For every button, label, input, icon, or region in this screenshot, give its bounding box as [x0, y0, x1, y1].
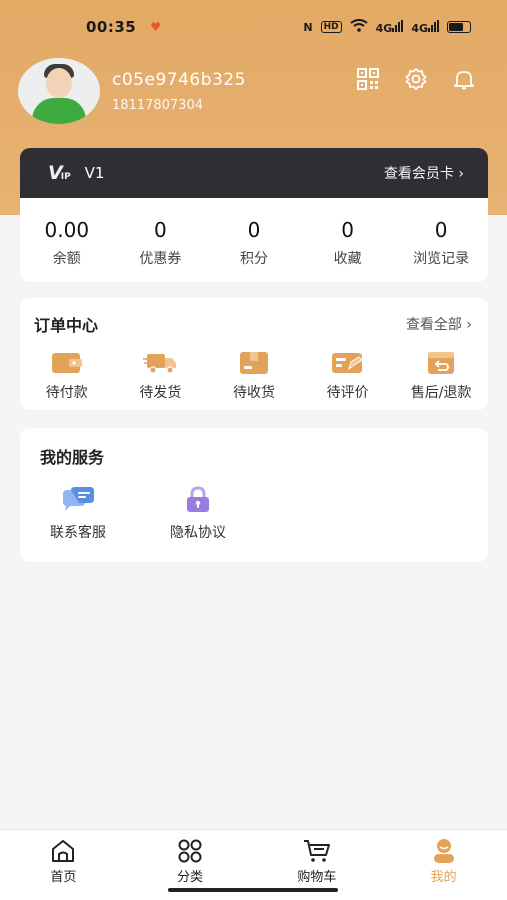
wifi-icon	[350, 19, 368, 35]
review-icon	[331, 350, 365, 376]
service-contact-support[interactable]: 联系客服	[40, 486, 116, 542]
order-pending-shipment[interactable]: 待发货	[114, 350, 208, 402]
status-bar: 00:35 ♥ N HD 4G 4G	[0, 0, 507, 54]
orders-title: 订单中心	[34, 316, 99, 335]
grid-icon	[127, 838, 254, 864]
tab-label: 我的	[430, 870, 457, 885]
services-title: 我的服务	[40, 448, 105, 467]
settings-icon[interactable]	[403, 66, 429, 92]
order-label: 待收货	[232, 385, 275, 401]
battery-icon	[447, 21, 471, 33]
stat-favorites[interactable]: 0 收藏	[301, 198, 395, 282]
order-pending-receipt[interactable]: 待收货	[207, 350, 301, 402]
order-label: 待发货	[139, 385, 182, 401]
tab-label: 首页	[50, 870, 77, 885]
stat-value: 0.00	[44, 218, 90, 242]
stat-value: 0	[434, 218, 448, 242]
status-time: 00:35	[86, 18, 137, 36]
bell-icon[interactable]	[451, 66, 477, 92]
user-id: c05e9746b325	[112, 69, 246, 90]
header-actions	[355, 66, 477, 92]
order-pending-payment[interactable]: 待付款	[20, 350, 114, 402]
heart-icon: ♥	[150, 20, 162, 34]
profile-icon	[380, 838, 507, 864]
home-indicator	[168, 888, 338, 892]
stat-label: 浏览记录	[413, 251, 470, 267]
stat-value: 0	[154, 218, 167, 242]
stat-history[interactable]: 0 浏览记录	[394, 198, 488, 282]
stat-coupons[interactable]: 0 优惠券	[114, 198, 208, 282]
box-icon	[237, 350, 271, 376]
wallet-icon	[50, 350, 84, 376]
tab-label: 购物车	[297, 870, 337, 885]
orders-card: 订单中心 查看全部 › 待付款 待发货 待收货 待评价 售后/退款	[20, 298, 488, 410]
hd-icon: HD	[320, 21, 342, 33]
stat-label: 优惠券	[139, 251, 182, 267]
truck-icon	[143, 350, 177, 376]
vip-logo: VIP	[48, 162, 71, 184]
cart-icon	[254, 838, 381, 864]
qrcode-icon[interactable]	[355, 66, 381, 92]
chat-icon	[61, 486, 95, 514]
vip-level: V1	[84, 164, 105, 182]
service-label: 隐私协议	[170, 525, 226, 541]
stat-label: 余额	[52, 251, 81, 267]
order-label: 售后/退款	[410, 385, 472, 401]
stat-label: 收藏	[333, 251, 362, 267]
status-icons: N HD 4G 4G	[303, 19, 471, 35]
order-label: 待评价	[326, 385, 369, 401]
tab-profile[interactable]: 我的	[380, 830, 507, 900]
view-all-orders-link[interactable]: 查看全部 ›	[406, 314, 472, 334]
stat-points[interactable]: 0 积分	[207, 198, 301, 282]
lock-icon	[181, 486, 215, 514]
stat-value: 0	[247, 218, 261, 242]
service-privacy-policy[interactable]: 隐私协议	[160, 486, 236, 542]
stat-balance[interactable]: 0.00 余额	[20, 198, 114, 282]
tab-label: 分类	[177, 870, 204, 885]
nfc-icon: N	[303, 20, 313, 34]
avatar[interactable]	[18, 58, 100, 124]
services-card: 我的服务 联系客服 隐私协议	[20, 428, 488, 562]
vip-bar[interactable]: VIP V1 查看会员卡 ›	[20, 148, 488, 198]
tab-home[interactable]: 首页	[0, 830, 127, 900]
user-phone: 18117807304	[112, 97, 203, 113]
order-label: 待付款	[45, 385, 88, 401]
home-icon	[0, 838, 127, 864]
stats-card: 0.00 余额 0 优惠券 0 积分 0 收藏 0 浏览记录	[20, 198, 488, 282]
order-after-sales[interactable]: 售后/退款	[394, 350, 488, 402]
service-label: 联系客服	[50, 525, 106, 541]
profile-section[interactable]: c05e9746b325 18117807304	[18, 58, 246, 124]
order-pending-review[interactable]: 待评价	[301, 350, 395, 402]
view-member-card-link[interactable]: 查看会员卡 ›	[384, 163, 464, 183]
signal-icon-1: 4G	[376, 19, 404, 35]
refund-icon	[424, 350, 458, 376]
stat-label: 积分	[239, 251, 268, 267]
signal-icon-2: 4G	[411, 19, 439, 35]
stat-value: 0	[341, 218, 354, 242]
